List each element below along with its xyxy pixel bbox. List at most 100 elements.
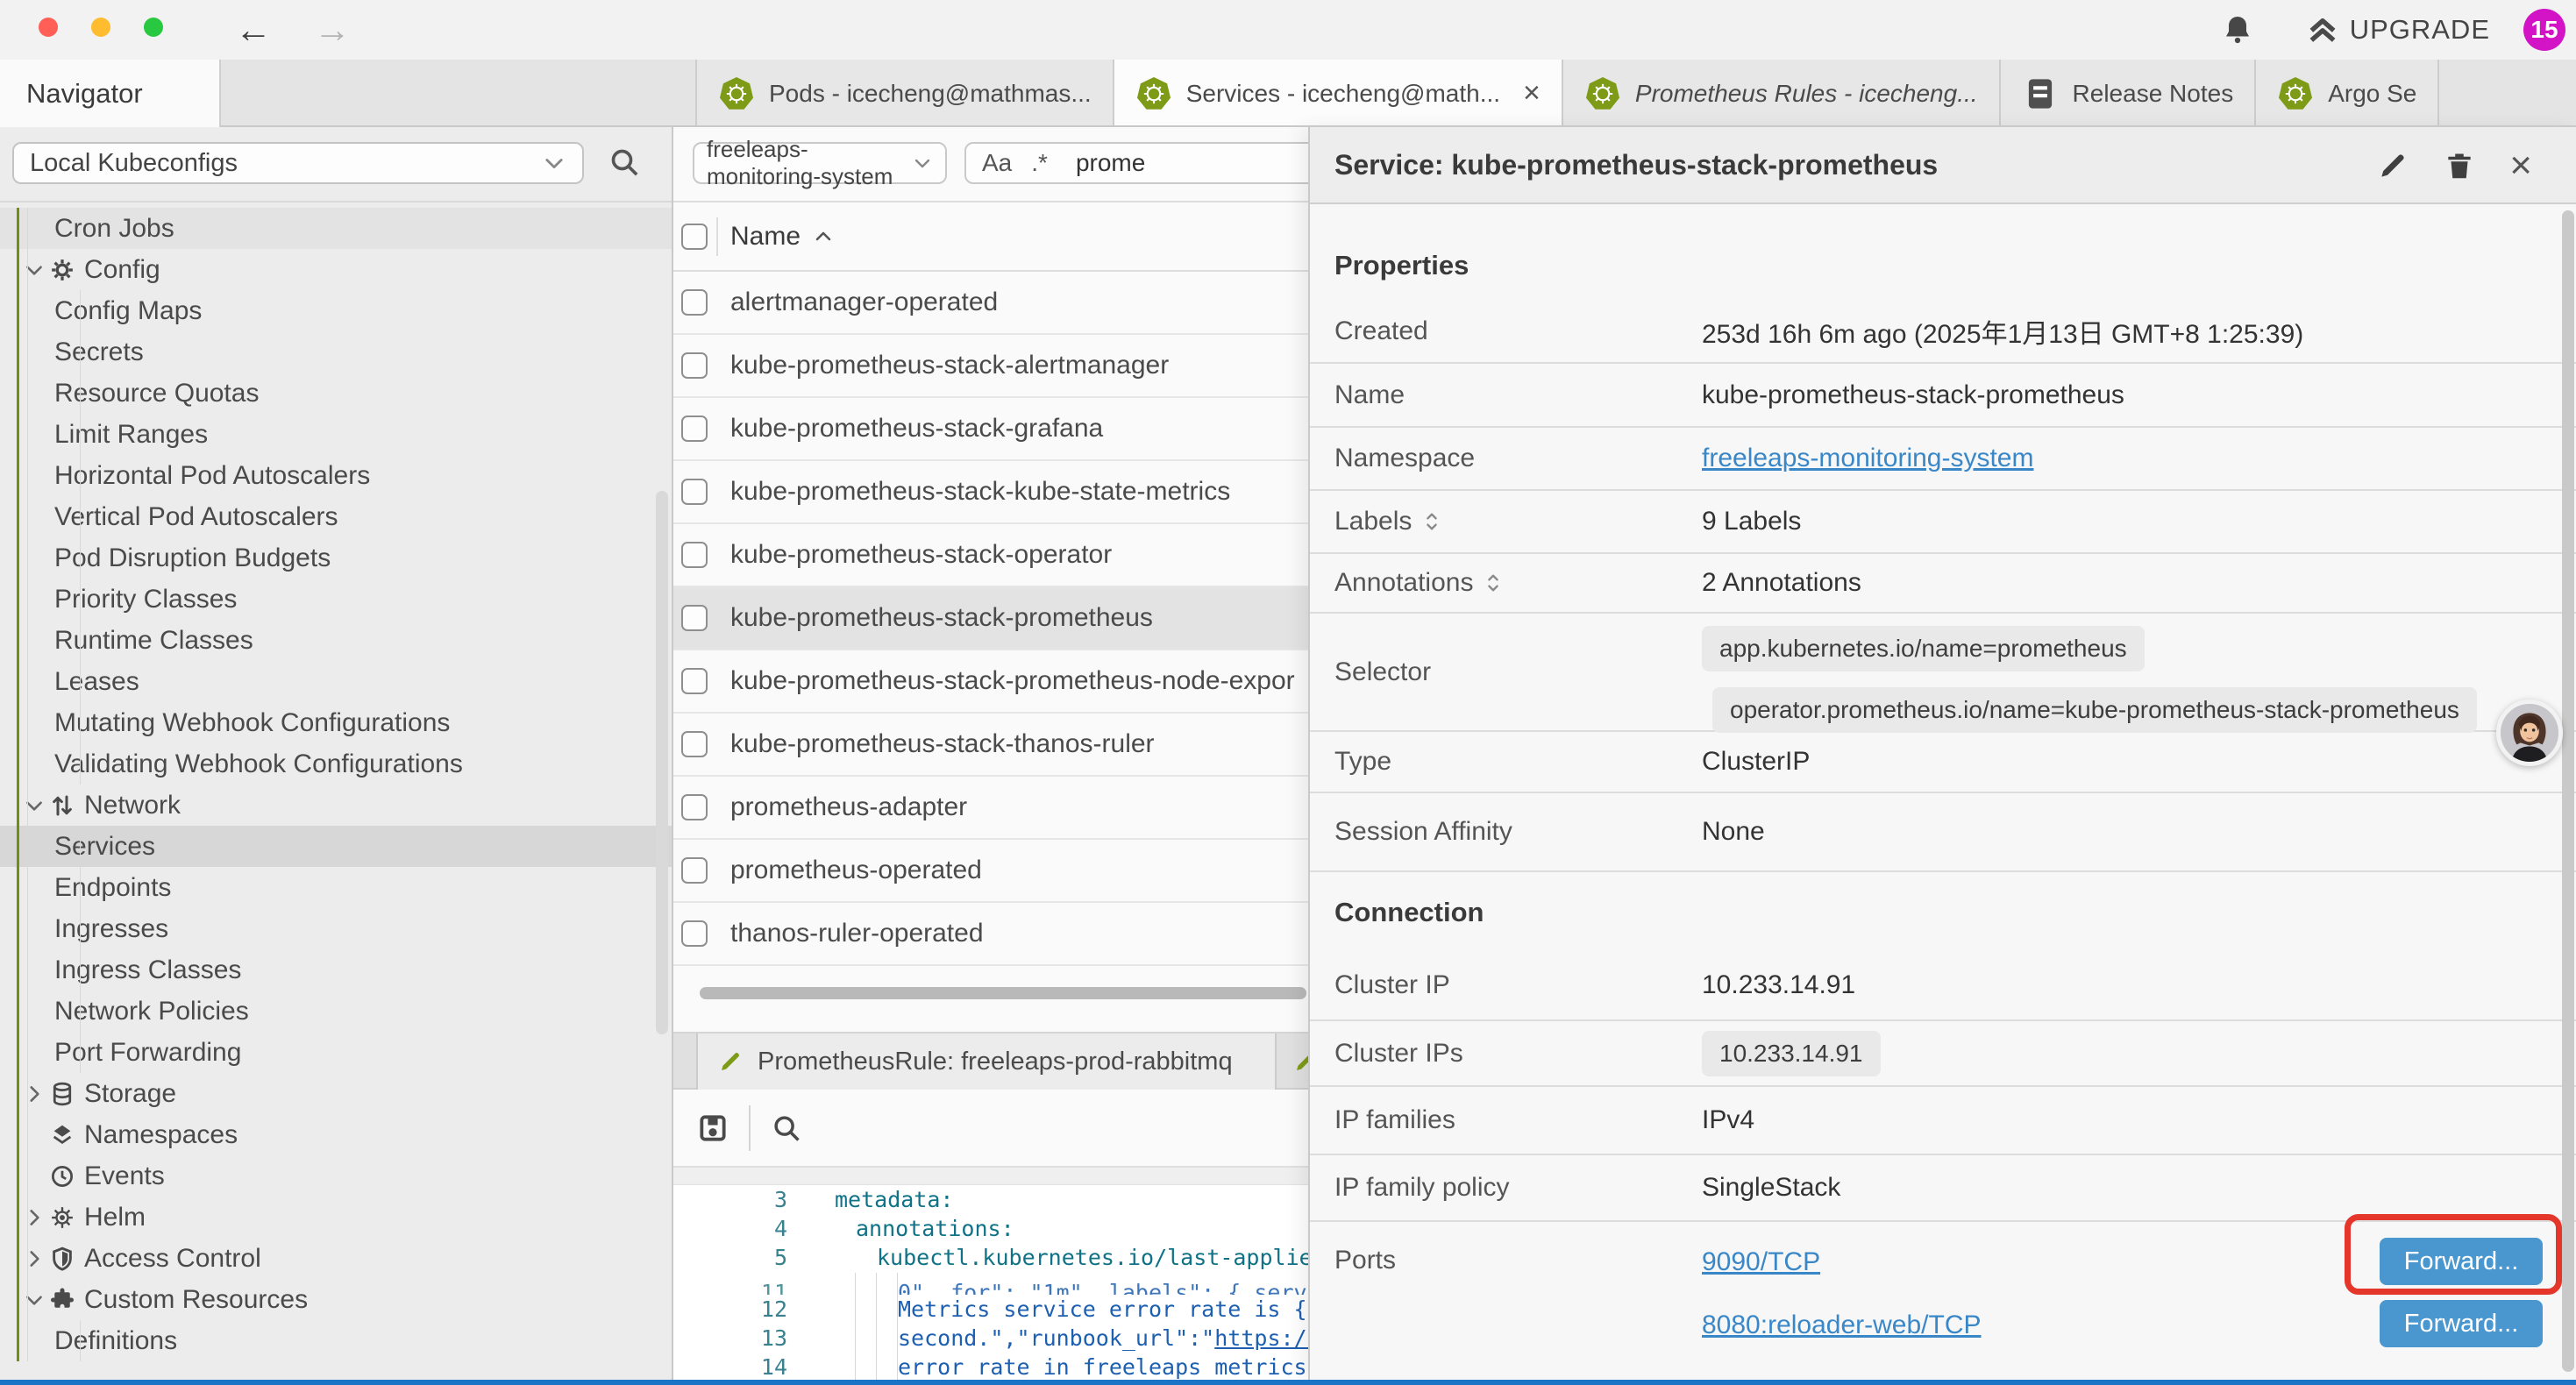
sidebar-item-network-policies[interactable]: Network Policies (0, 991, 672, 1032)
chevron-right-icon[interactable] (23, 1206, 46, 1229)
drawer-scrollbar[interactable] (2562, 210, 2574, 1372)
case-sensitive-toggle[interactable]: Aa (982, 149, 1012, 177)
row-checkbox[interactable] (681, 668, 708, 694)
table-row-alertmanager-operated[interactable]: alertmanager-operated (673, 272, 1308, 335)
table-row-kube-prometheus-stack-alertmanager[interactable]: kube-prometheus-stack-alertmanager (673, 335, 1308, 398)
code-url-link[interactable]: https://net (1214, 1325, 1308, 1351)
port-link-9090[interactable]: 9090/TCP (1702, 1247, 1820, 1277)
table-search-input[interactable]: Aa .* prome (964, 142, 1308, 184)
sidebar-item-access-control[interactable]: Access Control (0, 1238, 672, 1279)
row-checkbox[interactable] (681, 920, 708, 947)
chevron-down-icon[interactable] (23, 794, 46, 817)
chevron-right-icon[interactable] (23, 1083, 46, 1105)
sidebar-item-pod-disruption-budgets[interactable]: Pod Disruption Budgets (0, 537, 672, 579)
row-checkbox[interactable] (681, 352, 708, 379)
chevron-right-icon[interactable] (23, 1247, 46, 1270)
sidebar-scrollbar[interactable] (656, 491, 668, 1034)
sidebar-item-config[interactable]: Config (0, 249, 672, 290)
sidebar-item-port-forwarding[interactable]: Port Forwarding (0, 1032, 672, 1073)
sidebar-item-storage[interactable]: Storage (0, 1073, 672, 1114)
navigator-tab[interactable]: Navigator (0, 60, 221, 127)
table-row-kube-prometheus-stack-kube-state-metrics[interactable]: kube-prometheus-stack-kube-state-metrics (673, 461, 1308, 524)
search-query-text: prome (1076, 149, 1145, 177)
save-icon[interactable] (696, 1112, 729, 1145)
yaml-editor[interactable]: 3metadata:4annotations:5kubectl.kubernet… (673, 1185, 1308, 1380)
expand-updown-icon[interactable] (1422, 510, 1441, 533)
namespace-selector[interactable]: freeleaps-monitoring-system (693, 142, 947, 184)
table-row-kube-prometheus-stack-prometheus[interactable]: kube-prometheus-stack-prometheus (673, 587, 1308, 650)
forward-port-button[interactable]: Forward... (2380, 1300, 2543, 1347)
table-row-prometheus-adapter[interactable]: prometheus-adapter (673, 777, 1308, 840)
sidebar-item-horizontal-pod-autoscalers[interactable]: Horizontal Pod Autoscalers (0, 455, 672, 496)
sidebar-item-validating-webhook-configurations[interactable]: Validating Webhook Configurations (0, 743, 672, 785)
editor-tab-partial[interactable] (1278, 1033, 1308, 1090)
back-button[interactable]: ← (235, 0, 272, 60)
sidebar-item-network[interactable]: Network (0, 785, 672, 826)
tab-prometheus-rules-icecheng[interactable]: Prometheus Rules - icecheng... (1563, 60, 2001, 127)
chevron-down-icon[interactable] (23, 259, 46, 281)
upgrade-button[interactable]: UPGRADE (2306, 13, 2490, 46)
table-row-kube-prometheus-stack-prometheus-node-expor[interactable]: kube-prometheus-stack-prometheus-node-ex… (673, 650, 1308, 714)
sidebar-item-namespaces[interactable]: Namespaces (0, 1114, 672, 1155)
table-row-kube-prometheus-stack-grafana[interactable]: kube-prometheus-stack-grafana (673, 398, 1308, 461)
table-row-thanos-ruler-operated[interactable]: thanos-ruler-operated (673, 903, 1308, 966)
close-icon[interactable]: × (1514, 76, 1541, 110)
sidebar-item-config-maps[interactable]: Config Maps (0, 290, 672, 331)
sidebar-item-ingress-classes[interactable]: Ingress Classes (0, 949, 672, 991)
sidebar-item-secrets[interactable]: Secrets (0, 331, 672, 373)
notifications-bell-icon[interactable] (2220, 12, 2255, 47)
user-avatar[interactable] (2496, 700, 2563, 766)
edit-pencil-icon[interactable] (2376, 149, 2409, 182)
row-checkbox[interactable] (681, 794, 708, 820)
sidebar-item-limit-ranges[interactable]: Limit Ranges (0, 414, 672, 455)
row-checkbox[interactable] (681, 479, 708, 505)
sidebar-item-resource-quotas[interactable]: Resource Quotas (0, 373, 672, 414)
editor-search-icon[interactable] (770, 1112, 803, 1145)
sidebar-item-leases[interactable]: Leases (0, 661, 672, 702)
sidebar-item-definitions[interactable]: Definitions (0, 1320, 672, 1361)
kubeconfig-selector[interactable]: Local Kubeconfigs (12, 142, 584, 184)
sidebar-item-helm[interactable]: Helm (0, 1197, 672, 1238)
row-checkbox[interactable] (681, 731, 708, 757)
row-checkbox[interactable] (681, 416, 708, 442)
sidebar-item-custom-resources[interactable]: Custom Resources (0, 1279, 672, 1320)
sidebar-item-services[interactable]: Services (0, 826, 672, 867)
sidebar-item-vertical-pod-autoscalers[interactable]: Vertical Pod Autoscalers (0, 496, 672, 537)
sidebar-item-endpoints[interactable]: Endpoints (0, 867, 672, 908)
tab-argo-se[interactable]: Argo Se (2256, 60, 2439, 127)
forward-button[interactable]: → (314, 0, 351, 60)
row-checkbox[interactable] (681, 289, 708, 316)
table-row-kube-prometheus-stack-operator[interactable]: kube-prometheus-stack-operator (673, 524, 1308, 587)
row-checkbox[interactable] (681, 857, 708, 884)
regex-toggle[interactable]: .* (1031, 149, 1048, 177)
select-all-checkbox[interactable] (681, 224, 708, 250)
row-checkbox[interactable] (681, 542, 708, 568)
port-link-8080[interactable]: 8080:reloader-web/TCP (1702, 1310, 1982, 1340)
chevron-down-icon[interactable] (23, 1289, 46, 1311)
namespace-link[interactable]: freeleaps-monitoring-system (1702, 444, 2033, 473)
notification-count-badge[interactable]: 15 (2523, 9, 2565, 51)
sidebar-item-mutating-webhook-configurations[interactable]: Mutating Webhook Configurations (0, 702, 672, 743)
table-row-kube-prometheus-stack-thanos-ruler[interactable]: kube-prometheus-stack-thanos-ruler (673, 714, 1308, 777)
sidebar-item-priority-classes[interactable]: Priority Classes (0, 579, 672, 620)
search-icon[interactable] (607, 145, 645, 183)
name-column-header[interactable]: Name (730, 222, 801, 252)
tab-pods-icecheng-mathmas[interactable]: Pods - icecheng@mathmas... (695, 60, 1114, 127)
sidebar-item-cron-jobs[interactable]: Cron Jobs (0, 208, 672, 249)
sidebar-item-ingresses[interactable]: Ingresses (0, 908, 672, 949)
window-zoom-button[interactable] (144, 18, 163, 37)
expand-updown-icon[interactable] (1484, 572, 1503, 594)
sidebar-item-events[interactable]: Events (0, 1155, 672, 1197)
row-checkbox[interactable] (681, 605, 708, 631)
sidebar-item-runtime-classes[interactable]: Runtime Classes (0, 620, 672, 661)
sort-ascending-icon[interactable] (813, 226, 834, 247)
window-minimize-button[interactable] (91, 18, 110, 37)
close-icon[interactable]: × (2509, 149, 2532, 182)
table-horizontal-scrollbar[interactable] (700, 987, 1306, 999)
tab-release-notes[interactable]: Release Notes (2001, 60, 2257, 127)
delete-trash-icon[interactable] (2443, 149, 2476, 182)
window-close-button[interactable] (39, 18, 58, 37)
table-row-prometheus-operated[interactable]: prometheus-operated (673, 840, 1308, 903)
tab-services-icecheng-math[interactable]: Services - icecheng@math...× (1114, 60, 1563, 127)
editor-tab-prometheusrule[interactable]: PrometheusRule: freeleaps-prod-rabbitmq (696, 1033, 1277, 1090)
